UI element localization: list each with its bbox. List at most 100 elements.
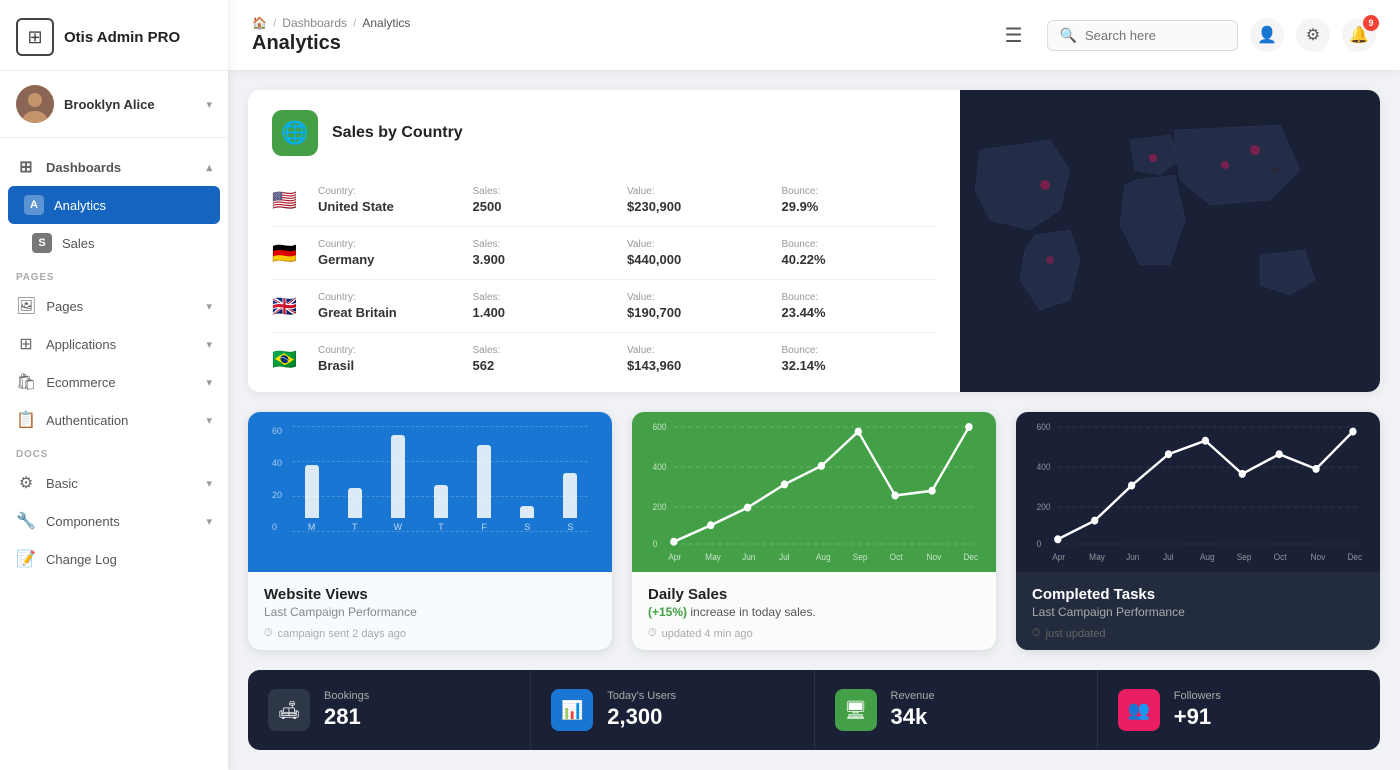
bar-column: S	[510, 426, 545, 532]
y-label: 0	[272, 522, 282, 532]
country-row: 🇩🇪 Country: Germany Sales: 3.900 Value: …	[272, 227, 936, 280]
bar-column: F	[467, 426, 502, 532]
stat-item: 🖥 Revenue 34k	[815, 670, 1098, 750]
stats-bar: 🛋 Bookings 281 📊 Today's Users 2,300 🖥 R…	[248, 670, 1380, 750]
header-right: 🔍 👤 ⚙ 🔔 9	[1047, 18, 1376, 52]
y-label: 40	[272, 458, 282, 468]
sidebar-item-label: Change Log	[46, 552, 117, 567]
card-title: Sales by Country	[332, 124, 463, 142]
chevron-down-icon: ▾	[206, 338, 212, 351]
bar	[434, 485, 448, 518]
value-col: Value: $143,960	[627, 345, 782, 373]
hamburger-icon[interactable]: ☰	[1005, 23, 1023, 48]
bounce-col: Bounce: 23.44%	[782, 292, 937, 320]
settings-button[interactable]: ⚙	[1296, 18, 1330, 52]
profile-button[interactable]: 👤	[1250, 18, 1284, 52]
stat-item: 📊 Today's Users 2,300	[531, 670, 814, 750]
svg-text:Apr: Apr	[668, 552, 681, 562]
logo-text: Otis Admin PRO	[64, 29, 180, 46]
svg-text:May: May	[705, 552, 721, 562]
bar-x-label: F	[481, 522, 487, 532]
chart-subtitle: Last Campaign Performance	[264, 605, 596, 619]
bar	[305, 465, 319, 518]
stat-icon: 🖥	[835, 689, 877, 731]
bar-column: W	[380, 426, 415, 532]
breadcrumb: 🏠 / Dashboards / Analytics	[252, 16, 989, 30]
basic-icon: ⚙	[16, 473, 36, 493]
svg-text:600: 600	[653, 422, 667, 432]
bar	[348, 488, 362, 518]
svg-text:Jul: Jul	[779, 552, 790, 562]
completed-tasks-chart: 600 400 200 0	[1016, 412, 1380, 572]
bar-x-label: M	[308, 522, 316, 532]
sidebar-item-basic[interactable]: ⚙ Basic ▾	[0, 464, 228, 502]
svg-text:Oct: Oct	[890, 552, 903, 562]
authentication-icon: 📋	[16, 410, 36, 430]
chart-footer: ⏱ campaign sent 2 days ago	[264, 627, 596, 640]
sidebar-item-authentication[interactable]: 📋 Authentication ▾	[0, 401, 228, 439]
search-box[interactable]: 🔍	[1047, 20, 1238, 51]
svg-text:Nov: Nov	[927, 552, 942, 562]
svg-text:200: 200	[1037, 502, 1051, 512]
country-row: 🇧🇷 Country: Brasil Sales: 562 Value: $14…	[272, 333, 936, 385]
bar-x-label: T	[438, 522, 444, 532]
user-name: Brooklyn Alice	[64, 97, 196, 112]
sidebar-item-changelog[interactable]: 📝 Change Log	[0, 540, 228, 578]
search-icon: 🔍	[1060, 27, 1077, 44]
breadcrumb-analytics: Analytics	[362, 16, 410, 30]
content-area: 🌐 Sales by Country 🇺🇸 Country: United St…	[228, 70, 1400, 770]
applications-icon: ⊞	[16, 334, 36, 354]
home-icon: 🏠	[252, 16, 267, 30]
page-title: Analytics	[252, 32, 989, 55]
chevron-down-icon: ▾	[206, 300, 212, 313]
sales-col: Sales: 1.400	[473, 292, 628, 320]
svg-text:Jul: Jul	[1163, 552, 1174, 562]
chevron-down-icon: ▾	[206, 477, 212, 490]
sidebar-item-label: Applications	[46, 337, 116, 352]
sidebar-nav: ⊞ Dashboards ▴ A Analytics S Sales PAGES…	[0, 138, 228, 770]
sidebar-item-components[interactable]: 🔧 Components ▾	[0, 502, 228, 540]
stat-value: 281	[324, 704, 369, 730]
svg-text:Apr: Apr	[1052, 552, 1065, 562]
sidebar-item-dashboards[interactable]: ⊞ Dashboards ▴	[0, 148, 228, 186]
stat-item: 👥 Followers +91	[1098, 670, 1380, 750]
sidebar-item-applications[interactable]: ⊞ Applications ▾	[0, 325, 228, 363]
sidebar-user[interactable]: Brooklyn Alice ▾	[0, 71, 228, 138]
sidebar-item-label: Sales	[62, 236, 95, 251]
sidebar-item-pages[interactable]: 🖼 Pages ▾	[0, 287, 228, 325]
pages-section-label: PAGES	[0, 262, 228, 287]
sidebar-item-label: Dashboards	[46, 160, 121, 175]
clock-icon: ⏱	[648, 627, 657, 640]
chevron-down-icon: ▾	[206, 414, 212, 427]
chart-subtitle: (+15%) increase in today sales.	[648, 605, 980, 619]
clock-icon: ⏱	[1032, 627, 1041, 640]
svg-text:600: 600	[1037, 422, 1051, 432]
daily-sales-chart: 600 400 200 0	[632, 412, 996, 572]
stat-text: Followers +91	[1174, 690, 1221, 730]
stat-label: Bookings	[324, 690, 369, 702]
changelog-icon: 📝	[16, 549, 36, 569]
stat-icon: 📊	[551, 689, 593, 731]
chevron-down-icon: ▾	[206, 98, 212, 111]
daily-sales-info: Daily Sales (+15%) increase in today sal…	[632, 572, 996, 650]
country-row: 🇬🇧 Country: Great Britain Sales: 1.400 V…	[272, 280, 936, 333]
sidebar-item-label: Components	[46, 514, 120, 529]
svg-text:Aug: Aug	[816, 552, 831, 562]
search-input[interactable]	[1085, 28, 1225, 43]
website-views-card: 60 40 20 0 M	[248, 412, 612, 650]
stat-value: 34k	[891, 704, 935, 730]
notifications-button[interactable]: 🔔 9	[1342, 18, 1376, 52]
sidebar-item-analytics[interactable]: A Analytics	[8, 186, 220, 224]
country-flag: 🇩🇪	[272, 241, 304, 266]
stat-label: Today's Users	[607, 690, 676, 702]
charts-row: 60 40 20 0 M	[248, 412, 1380, 650]
stat-label: Followers	[1174, 690, 1221, 702]
svg-text:Jun: Jun	[1126, 552, 1140, 562]
globe-icon: 🌐	[272, 110, 318, 156]
sidebar-item-label: Analytics	[54, 198, 106, 213]
sidebar-item-sales[interactable]: S Sales	[0, 224, 228, 262]
sidebar-item-ecommerce[interactable]: 🛍 Ecommerce ▾	[0, 363, 228, 401]
sidebar: ⊞ Otis Admin PRO Brooklyn Alice ▾ ⊞ Dash…	[0, 0, 228, 770]
svg-text:Dec: Dec	[963, 552, 978, 562]
country-col: Country: Germany	[318, 239, 473, 267]
